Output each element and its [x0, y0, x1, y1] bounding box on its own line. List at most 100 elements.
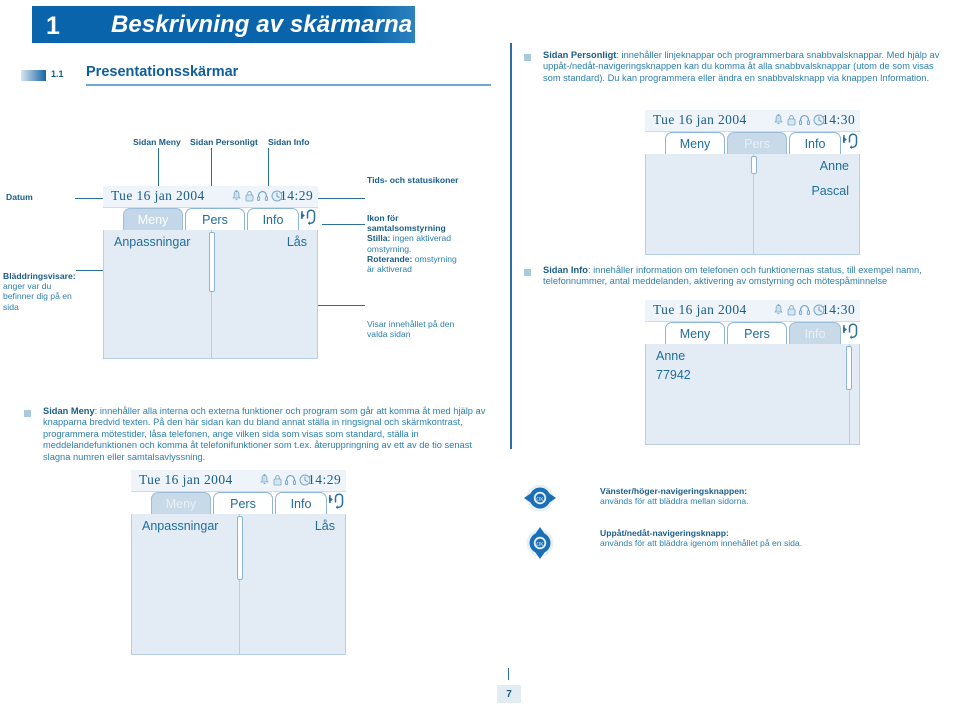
statusbar-date: Tue 16 jan 2004: [653, 302, 747, 317]
lock-icon: [245, 191, 254, 202]
bell-icon: [232, 190, 241, 201]
phone-screen-info: Tue 16 jan 2004 14:30 Meny Pers Info Ann…: [645, 300, 860, 445]
section-rule: [86, 84, 491, 86]
callout-blad-rest: anger var du befinner dig på en sida: [3, 281, 72, 312]
paragraph-sidan-meny: Sidan Meny: innehåller alla interna och …: [24, 406, 494, 463]
phone-screen-bottom: Tue 16 jan 2004 14:29 Meny Pers Info Anp…: [131, 470, 346, 655]
callout-blad-lead: Bläddringsvisare:: [3, 271, 76, 281]
para-lead: Sidan Personligt: [543, 50, 617, 60]
callout-roterande-lead: Roterande:: [367, 253, 413, 264]
tab-meny[interactable]: Meny: [123, 208, 183, 231]
callout-tids-statusikoner: Tids- och statusikoner: [367, 175, 459, 185]
hand-pointer-icon: [301, 209, 316, 225]
screen-item-left[interactable]: Anpassningar: [142, 519, 218, 533]
navkey-up-down-title: Uppåt/nedåt-navigeringsknapp:: [600, 528, 729, 538]
tab-info[interactable]: Info: [275, 492, 327, 515]
bell-icon: [260, 474, 269, 485]
navkey-up-down-description: Uppåt/nedåt-navigeringsknapp: används fö…: [600, 528, 830, 549]
scroll-thumb[interactable]: [750, 156, 757, 174]
statusbar-date: Tue 16 jan 2004: [653, 112, 747, 127]
callout-stilla-lead: Stilla:: [367, 233, 391, 244]
statusbar-time: 14:29: [308, 472, 342, 487]
scroll-thumb[interactable]: [236, 516, 243, 580]
bullet-marker: [24, 410, 31, 417]
headset-icon: [799, 115, 810, 125]
screen-statusbar: Tue 16 jan 2004 14:30: [645, 110, 860, 132]
up-down-navigation-key-icon: OK: [526, 527, 554, 559]
screen-body: Anpassningar Lås: [103, 230, 318, 359]
hand-pointer-icon: [329, 493, 344, 509]
tab-meny[interactable]: Meny: [151, 492, 211, 515]
statusbar-date: Tue 16 jan 2004: [111, 188, 205, 203]
screen-tabstrip: Meny Pers Info: [645, 322, 860, 345]
callout-blaeddringsvisare: Bläddringsvisare: anger var du befinner …: [3, 271, 76, 312]
bell-icon: [774, 304, 783, 315]
footer-tick: [508, 668, 510, 680]
navkey-up-down-body: används för att bläddra igenom innehålle…: [600, 538, 803, 549]
screen-statusbar: Tue 16 jan 2004 14:29: [131, 470, 346, 492]
hand-pointer-icon: [843, 323, 858, 339]
tab-meny[interactable]: Meny: [665, 132, 725, 155]
tab-pers[interactable]: Pers: [727, 132, 787, 155]
tab-pers[interactable]: Pers: [185, 208, 245, 231]
section-swatch: [21, 70, 46, 81]
statusbar-icons: [231, 190, 283, 202]
screen-body: Anpassningar Lås: [131, 514, 346, 655]
statusbar-time: 14:29: [280, 188, 314, 203]
leader-line-tids: [318, 198, 365, 200]
screen-item-right-2[interactable]: Pascal: [811, 184, 849, 198]
lock-icon: [787, 305, 796, 316]
screen-item-right[interactable]: Lås: [315, 519, 335, 533]
statusbar-icons: [773, 114, 825, 126]
svg-text:OK: OK: [536, 497, 544, 503]
screen-item-left-1[interactable]: Anne: [656, 349, 685, 363]
statusbar-icons: [773, 304, 825, 316]
tab-pers[interactable]: Pers: [213, 492, 273, 515]
leader-line-ikon: [322, 224, 365, 226]
screen-statusbar: Tue 16 jan 2004 14:30: [645, 300, 860, 322]
scroll-thumb[interactable]: [208, 232, 215, 292]
bullet-marker: [524, 269, 531, 276]
screen-tabstrip: Meny Pers Info: [103, 208, 318, 231]
para-lead: Sidan Meny: [43, 406, 95, 416]
phone-screen-meny: Tue 16 jan 2004 14:29 Meny Pers Info Anp…: [103, 186, 318, 359]
screen-statusbar: Tue 16 jan 2004 14:29: [103, 186, 318, 208]
callout-datum: Datum: [6, 192, 33, 202]
lock-icon: [273, 475, 282, 486]
screen-item-left-2[interactable]: 77942: [656, 368, 691, 382]
screen-body: Anne 77942: [645, 344, 860, 445]
para-lead: Sidan Info: [543, 265, 588, 275]
lock-icon: [787, 115, 796, 126]
callout-sidan-meny: Sidan Meny: [133, 137, 181, 147]
tab-pers[interactable]: Pers: [727, 322, 787, 345]
statusbar-time: 14:30: [822, 302, 856, 317]
callout-visar-innehallet: Visar innehållet på den valda sidan: [367, 319, 455, 340]
scroll-thumb[interactable]: [846, 346, 852, 390]
left-right-navigation-key-icon: OK: [524, 484, 556, 512]
navkey-left-right-description: Vänster/höger-navigeringsknappen: använd…: [600, 486, 820, 507]
screen-tabstrip: Meny Pers Info: [645, 132, 860, 155]
screen-item-right-1[interactable]: Anne: [820, 159, 849, 173]
statusbar-icons: [259, 474, 311, 486]
tab-info[interactable]: Info: [789, 132, 841, 155]
callout-ikon-samtalsomstyrning: Ikon för samtalsomstyrning Stilla: ingen…: [367, 213, 462, 274]
headset-icon: [285, 475, 296, 485]
column-divider: [510, 43, 512, 449]
bullet-marker: [524, 54, 531, 61]
screen-item-right[interactable]: Lås: [287, 235, 307, 249]
tab-info[interactable]: Info: [247, 208, 299, 231]
hand-pointer-icon: [843, 133, 858, 149]
screen-body: Anne Pascal: [645, 154, 860, 255]
chapter-title: Beskrivning av skärmarna: [111, 11, 413, 38]
phone-screen-pers: Tue 16 jan 2004 14:30 Meny Pers Info Ann…: [645, 110, 860, 255]
chapter-banner: 1 Beskrivning av skärmarna: [32, 6, 415, 43]
screen-item-left[interactable]: Anpassningar: [114, 235, 190, 249]
tab-info[interactable]: Info: [789, 322, 841, 345]
tab-meny[interactable]: Meny: [665, 322, 725, 345]
statusbar-date: Tue 16 jan 2004: [139, 472, 233, 487]
callout-ikon-title: Ikon för samtalsomstyrning: [367, 213, 446, 234]
paragraph-sidan-personligt: Sidan Personligt: innehåller linjeknappa…: [524, 50, 944, 84]
navkey-left-right-body: används för att bläddra mellan sidorna.: [600, 496, 749, 507]
navkey-left-right-title: Vänster/höger-navigeringsknappen:: [600, 486, 748, 496]
headset-icon: [257, 191, 268, 201]
